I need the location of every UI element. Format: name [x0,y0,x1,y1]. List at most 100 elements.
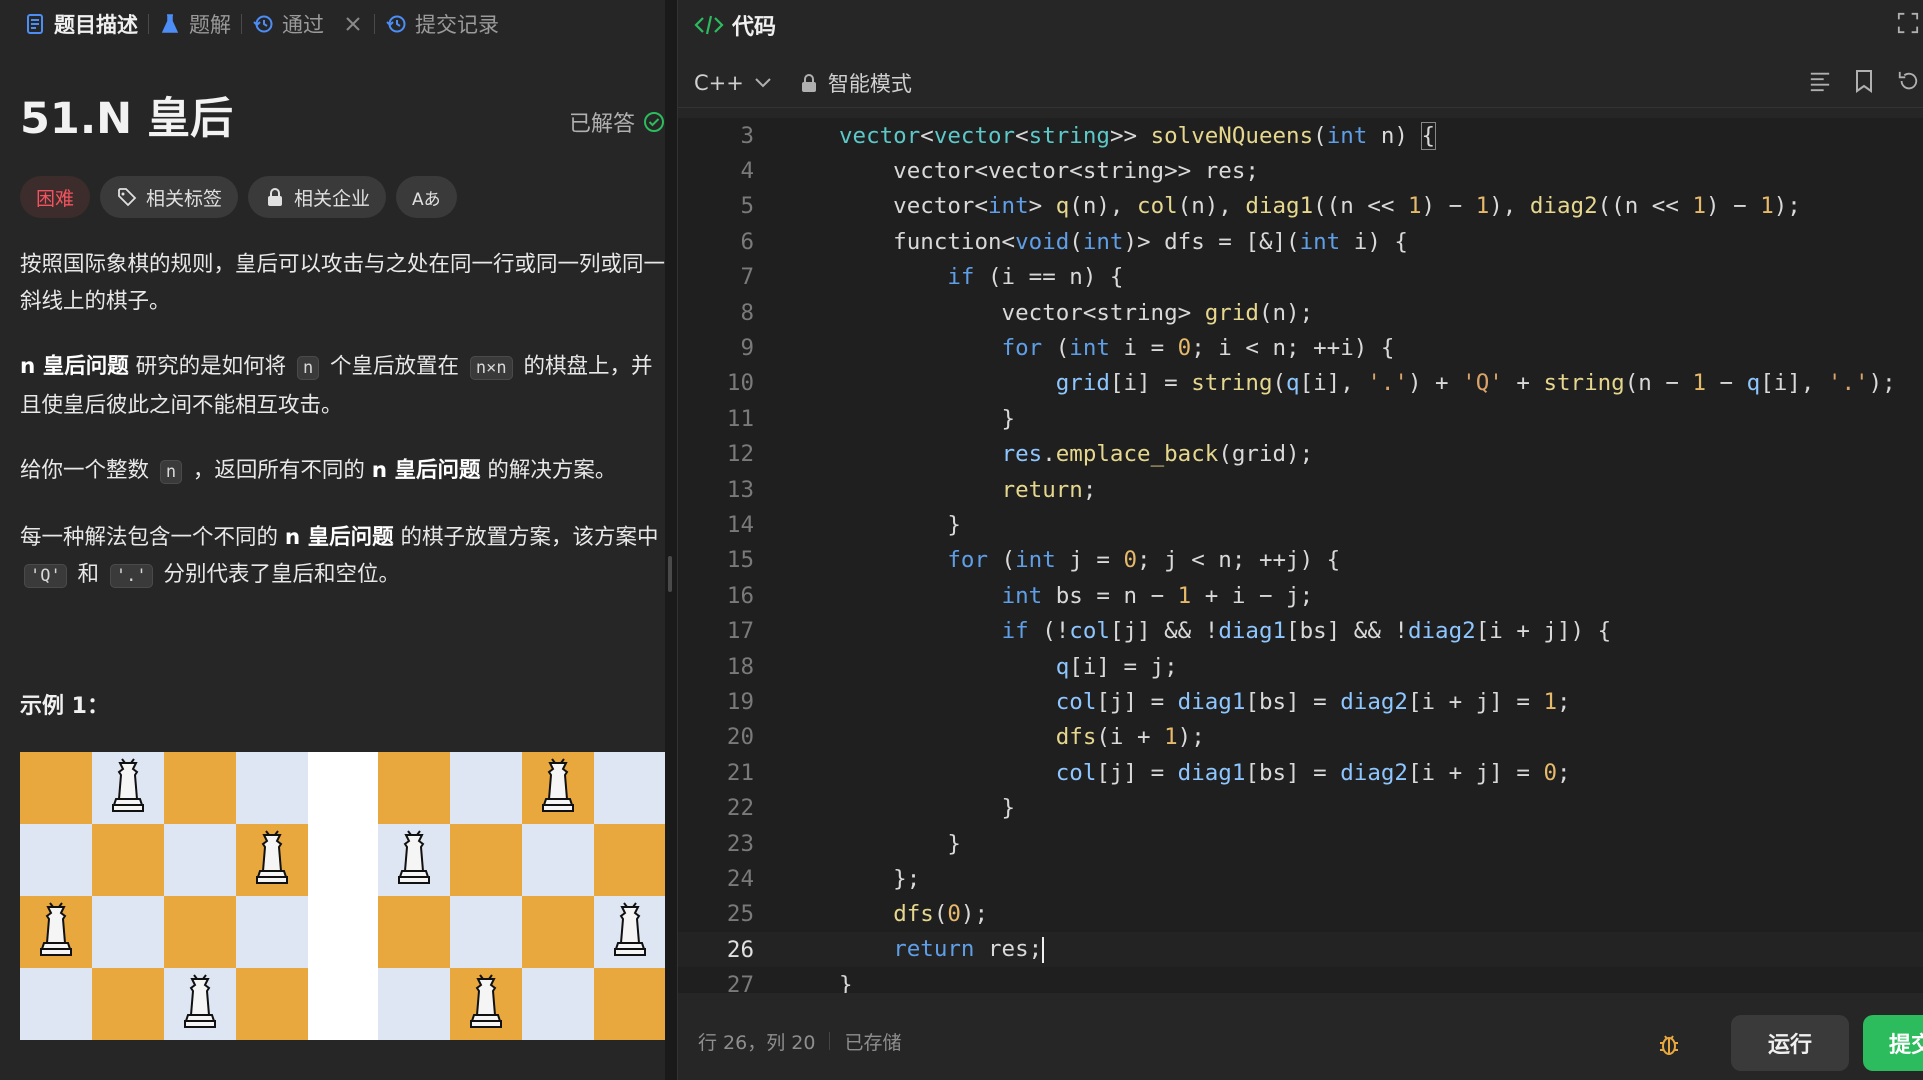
close-icon[interactable] [342,13,364,35]
fullscreen-icon[interactable] [1897,12,1919,34]
desc-text: ，返回所有不同的 [186,458,372,483]
line-text: if (i == n) { [947,264,1124,291]
line-text: for (int i = 0; i < n; ++i) { [1001,335,1395,362]
board-square [522,896,594,968]
desc-bold: n 皇后问题 [284,525,394,550]
history-icon [385,13,407,35]
line-number: 25 [726,901,754,928]
code-line: 14 } [678,507,1923,542]
board-square [378,896,450,968]
related-tags-button[interactable]: 相关标签 [100,176,239,218]
desc-text: 分别代表了皇后和空位。 [156,562,400,587]
resize-grip[interactable] [668,556,672,592]
language-select[interactable]: C++ [694,71,774,95]
line-number: 19 [726,688,754,715]
board-square [20,968,92,1040]
panel-resize-handle[interactable] [665,0,677,1080]
line-number: 24 [726,865,754,892]
related-tags-label: 相关标签 [146,187,223,210]
language-label: C++ [694,70,744,95]
board-square [92,896,164,968]
code-line: 24 }; [678,861,1923,896]
queen-icon [108,757,148,819]
desc-text: 每一种解法包含一个不同的 [20,525,285,550]
board-square [164,752,236,824]
code-line: 8 vector<string> grid(n); [678,295,1923,330]
tab-solutions[interactable]: 题解 [149,0,241,48]
tag-icon [116,186,138,208]
line-text: function<void(int)> dfs = [&](int i) { [839,228,1408,255]
tab-submissions[interactable]: 提交记录 [375,0,509,48]
mode-label: 智能模式 [827,71,912,96]
smart-mode[interactable]: 智能模式 [798,68,912,98]
board-square [522,824,594,896]
lock-icon [264,186,286,208]
inline-code: n [296,356,320,380]
line-text: vector<string> grid(n); [839,299,1314,326]
inline-code: 'Q' [24,564,67,588]
bookmark-icon[interactable] [1853,70,1875,93]
board-square [522,752,594,824]
code-line: 19 col[j] = diag1[bs] = diag2[i + j] = 1… [678,684,1923,719]
board-square [92,752,164,824]
desc-text: 个皇后放置在 [323,354,466,379]
desc-text: 按照国际象棋的规则，皇后可以攻击与之处在同一行或同一列或同一斜线上的棋子。 [20,252,665,314]
run-button[interactable]: 运行 [1731,1015,1849,1071]
line-number: 14 [726,511,754,538]
line-number: 18 [726,653,754,680]
line-number: 17 [726,618,754,645]
board-square [164,824,236,896]
save-status: 已存储 [844,1031,902,1054]
line-number: 15 [726,547,754,574]
board-square [594,896,665,968]
line-text: } [839,511,961,538]
format-icon[interactable] [1809,70,1831,92]
debug-icon[interactable] [1655,1030,1683,1058]
line-number: 27 [726,972,754,993]
tab-accepted[interactable]: 通过 [242,0,374,48]
code-line: 13 return; [678,472,1923,507]
flask-icon [159,13,181,35]
code-editor[interactable]: 3 vector<vector<string>> solveNQueens(int… [678,118,1923,993]
line-text: } [839,972,853,993]
board-gap [308,752,378,1040]
toolbar-actions [1809,70,1923,93]
inline-code: '.' [109,564,153,588]
difficulty-badge: 困难 [20,176,91,218]
line-number: 12 [726,441,754,468]
line-text: } [839,405,1016,432]
cursor-position: 行 26，列 20 [698,1031,816,1054]
reset-icon[interactable] [1897,70,1919,92]
chevron-down-icon [752,72,774,94]
line-text: int bs = n − 1 + i − j; [1001,582,1314,609]
font-size-button[interactable]: Aあ [396,176,457,218]
line-text: res.emplace_back(grid); [1001,441,1314,468]
related-companies-button[interactable]: 相关企业 [248,176,387,218]
line-text: dfs(0); [893,901,989,928]
status-divider [829,1032,831,1050]
code-line: 3 vector<vector<string>> solveNQueens(int… [678,118,1923,153]
code-line: 20 dfs(i + 1); [678,720,1923,755]
queen-icon [610,901,650,963]
translate-icon: Aあ [412,189,441,210]
code-line: 23 } [678,826,1923,861]
tab-description[interactable]: 题目描述 [14,0,148,48]
line-text: } [839,795,1016,822]
board-square [92,968,164,1040]
submit-button[interactable]: 提交 [1863,1015,1923,1071]
desc-paragraph: 每一种解法包含一个不同的 n 皇后问题 的棋子放置方案，该方案中 'Q' 和 '… [20,519,665,595]
line-text: } [839,830,961,857]
code-line: 25 dfs(0); [678,897,1923,932]
line-text: return res; [893,936,1045,963]
line-number: 21 [726,759,754,786]
problem-tabs: 题目描述 题解 通过 提交记录 [0,0,665,48]
code-line: 17 if (!col[j] && !diag1[bs] && !diag2[i… [678,613,1923,648]
title-row: 51.N 皇后 已解答 [20,90,665,148]
line-number: 7 [740,264,754,291]
line-number: 26 [726,936,754,963]
chessboard [378,752,665,1040]
board-square [20,752,92,824]
document-icon [24,13,46,35]
code-line: 27} [678,967,1923,993]
line-text: col[j] = diag1[bs] = diag2[i + j] = 0; [1055,759,1571,786]
